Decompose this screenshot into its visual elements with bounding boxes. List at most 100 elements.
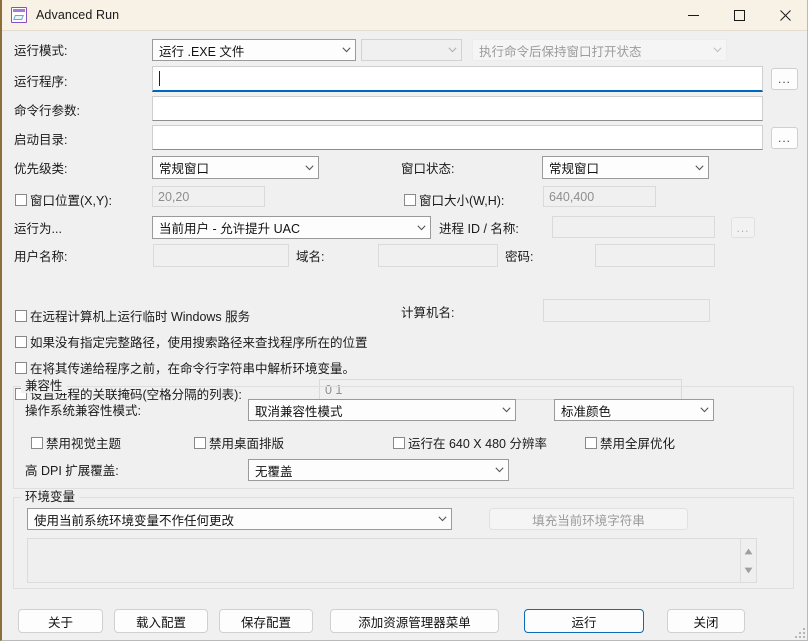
winpos-value: 20,20 bbox=[158, 190, 189, 204]
os-compat-mode-select[interactable]: 取消兼容性模式 bbox=[248, 399, 516, 421]
winstate-value: 常规窗口 bbox=[549, 158, 690, 177]
about-button[interactable]: 关于 bbox=[18, 609, 103, 633]
runas-select[interactable]: 当前用户 - 允许提升 UAC bbox=[152, 216, 431, 239]
disable-visual-themes-label: 禁用视觉主题 bbox=[46, 433, 121, 452]
password-input[interactable] bbox=[595, 244, 715, 267]
winstate-select[interactable]: 常规窗口 bbox=[542, 156, 709, 179]
chevron-down-icon bbox=[708, 47, 726, 53]
os-mode-value: 取消兼容性模式 bbox=[255, 401, 497, 420]
add-explorer-menu-button[interactable]: 添加资源管理器菜单 bbox=[330, 609, 499, 633]
resize-grip[interactable] bbox=[792, 625, 806, 639]
remote-service-checkbox[interactable] bbox=[15, 310, 27, 322]
environment-group-title: 环境变量 bbox=[21, 491, 79, 504]
computername-input[interactable] bbox=[543, 299, 710, 322]
searchpath-checkbox[interactable] bbox=[15, 336, 27, 348]
searchpath-checkbox-row[interactable]: 如果没有指定完整路径，使用搜索路径来查找程序所在的位置 bbox=[15, 332, 368, 351]
chevron-down-icon bbox=[412, 225, 430, 231]
run-mode-value: 运行 .EXE 文件 bbox=[159, 41, 337, 60]
winsize-checkbox-row[interactable]: 窗口大小(W,H): bbox=[404, 190, 504, 209]
environment-textarea[interactable] bbox=[27, 538, 757, 583]
remote-service-checkbox-row[interactable]: 在远程计算机上运行临时 Windows 服务 bbox=[15, 306, 250, 325]
winsize-value: 640,400 bbox=[549, 190, 594, 204]
chevron-down-icon bbox=[490, 467, 508, 473]
program-label: 运行程序: bbox=[14, 75, 67, 89]
winpos-label: 窗口位置(X,Y): bbox=[30, 190, 112, 209]
disable-desktop-composition-label: 禁用桌面排版 bbox=[209, 433, 284, 452]
run-mode-select[interactable]: 运行 .EXE 文件 bbox=[152, 39, 356, 61]
username-label: 用户名称: bbox=[14, 250, 67, 264]
procid-label: 进程 ID / 名称: bbox=[439, 222, 519, 236]
parse-env-checkbox-row[interactable]: 在将其传递给程序之前，在命令行字符串中解析环境变量。 bbox=[15, 358, 355, 377]
close-icon[interactable] bbox=[762, 0, 808, 31]
chevron-down-icon bbox=[433, 516, 451, 522]
highdpi-select[interactable]: 无覆盖 bbox=[248, 459, 509, 481]
parse-env-label: 在将其传递给程序之前，在命令行字符串中解析环境变量。 bbox=[30, 358, 355, 377]
run-mode-secondary-select[interactable] bbox=[361, 39, 462, 61]
procid-browse-button[interactable]: ... bbox=[731, 217, 755, 238]
chevron-down-icon bbox=[695, 407, 713, 413]
highdpi-value: 无覆盖 bbox=[255, 461, 490, 480]
startdir-label: 启动目录: bbox=[14, 133, 67, 147]
environment-scrollbar[interactable] bbox=[740, 539, 756, 582]
domain-label: 域名: bbox=[296, 250, 324, 264]
scroll-up-icon[interactable] bbox=[744, 542, 753, 560]
maximize-icon[interactable] bbox=[716, 0, 762, 31]
text-caret bbox=[159, 71, 160, 86]
run-mode-label: 运行模式: bbox=[14, 44, 67, 58]
startdir-browse-button[interactable]: ... bbox=[771, 127, 798, 149]
disable-fullscreen-opt-checkbox[interactable] bbox=[585, 437, 597, 449]
winpos-input[interactable]: 20,20 bbox=[152, 186, 265, 207]
run-mode-tertiary-select[interactable]: 执行命令后保持窗口打开状态 bbox=[472, 39, 727, 61]
disable-visual-themes-row[interactable]: 禁用视觉主题 bbox=[31, 433, 121, 452]
chevron-down-icon bbox=[443, 47, 461, 53]
advanced-run-window: Advanced Run 运行模式: 运行 .EXE 文件 执行命令后保持窗口打… bbox=[0, 0, 808, 641]
window-title: Advanced Run bbox=[36, 8, 119, 22]
minimize-icon[interactable] bbox=[670, 0, 716, 31]
password-label: 密码: bbox=[505, 250, 533, 264]
color-mode-select[interactable]: 标准颜色 bbox=[554, 399, 714, 421]
run-640x480-checkbox[interactable] bbox=[393, 437, 405, 449]
cmdline-input[interactable] bbox=[152, 96, 763, 121]
username-input[interactable] bbox=[153, 244, 289, 267]
scroll-down-icon[interactable] bbox=[744, 561, 753, 579]
program-input[interactable] bbox=[152, 66, 763, 92]
parse-env-checkbox[interactable] bbox=[15, 362, 27, 374]
run-mode-tertiary-value: 执行命令后保持窗口打开状态 bbox=[479, 41, 708, 60]
run-button[interactable]: 运行 bbox=[524, 609, 644, 633]
chevron-down-icon bbox=[300, 165, 318, 171]
winstate-label: 窗口状态: bbox=[401, 162, 454, 176]
domain-input[interactable] bbox=[378, 244, 498, 267]
startdir-input[interactable] bbox=[152, 125, 763, 150]
runas-label: 运行为... bbox=[14, 222, 62, 236]
disable-desktop-composition-checkbox[interactable] bbox=[194, 437, 206, 449]
load-config-button[interactable]: 载入配置 bbox=[114, 609, 208, 633]
environment-mode-select[interactable]: 使用当前系统环境变量不作任何更改 bbox=[27, 508, 452, 530]
disable-visual-themes-checkbox[interactable] bbox=[31, 437, 43, 449]
chevron-down-icon bbox=[337, 47, 355, 53]
priority-select[interactable]: 常规窗口 bbox=[152, 156, 319, 179]
winsize-checkbox[interactable] bbox=[404, 194, 416, 206]
chevron-down-icon bbox=[497, 407, 515, 413]
program-browse-button[interactable]: ... bbox=[771, 68, 798, 90]
winsize-label: 窗口大小(W,H): bbox=[419, 190, 504, 209]
compatibility-group-title: 兼容性 bbox=[21, 380, 67, 393]
searchpath-label: 如果没有指定完整路径，使用搜索路径来查找程序所在的位置 bbox=[30, 332, 368, 351]
procid-input[interactable] bbox=[552, 216, 715, 238]
winpos-checkbox[interactable] bbox=[15, 194, 27, 206]
disable-fullscreen-opt-row[interactable]: 禁用全屏优化 bbox=[585, 433, 675, 452]
winpos-checkbox-row[interactable]: 窗口位置(X,Y): bbox=[15, 190, 112, 209]
priority-label: 优先级类: bbox=[14, 162, 67, 176]
app-window-icon bbox=[11, 7, 27, 23]
remote-service-label: 在远程计算机上运行临时 Windows 服务 bbox=[30, 306, 250, 325]
close-button[interactable]: 关闭 bbox=[667, 609, 745, 633]
os-mode-label: 操作系统兼容性模式: bbox=[25, 404, 141, 418]
run-640x480-row[interactable]: 运行在 640 X 480 分辨率 bbox=[393, 433, 547, 452]
fill-current-environment-button[interactable]: 填充当前环境字符串 bbox=[489, 508, 688, 530]
disable-desktop-composition-row[interactable]: 禁用桌面排版 bbox=[194, 433, 284, 452]
computername-label: 计算机名: bbox=[401, 306, 454, 320]
priority-value: 常规窗口 bbox=[159, 158, 300, 177]
save-config-button[interactable]: 保存配置 bbox=[219, 609, 313, 633]
color-mode-value: 标准颜色 bbox=[561, 401, 695, 420]
winsize-input[interactable]: 640,400 bbox=[543, 186, 656, 207]
window-controls bbox=[670, 0, 808, 31]
